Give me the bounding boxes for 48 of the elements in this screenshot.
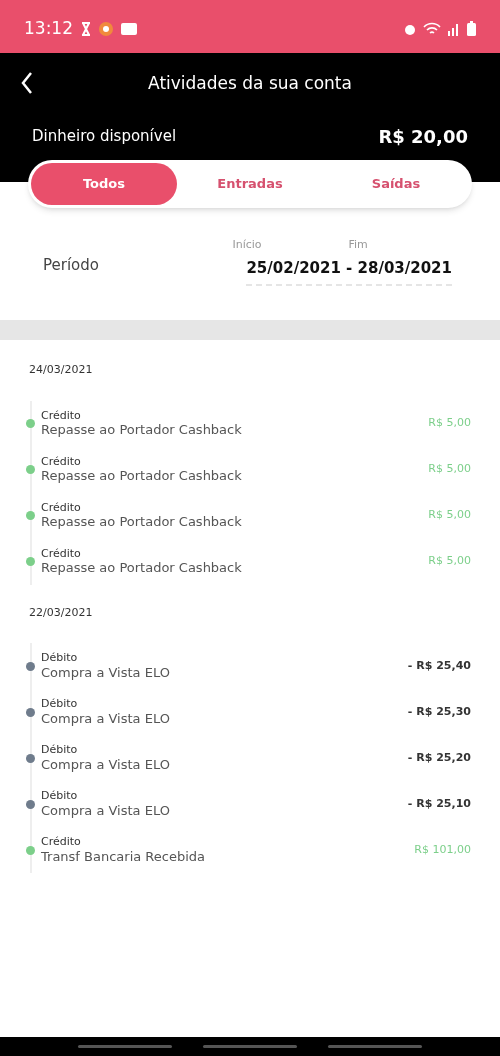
clock-time: 13:12 xyxy=(24,16,73,40)
transaction-amount: R$ 101,00 xyxy=(414,841,471,858)
date-heading: 22/03/2021 xyxy=(29,604,94,621)
transaction-type: Crédito xyxy=(41,546,82,561)
date-range-field[interactable]: 25/02/2021 - 28/03/2021 xyxy=(246,257,452,286)
transaction-type: Crédito xyxy=(41,500,82,515)
transaction-description: Compra a Vista ELO xyxy=(41,802,171,819)
transaction-amount: R$ 5,00 xyxy=(428,553,471,570)
transaction-description: Compra a Vista ELO xyxy=(41,710,171,727)
transaction-description: Repasse ao Portador Cashback xyxy=(41,560,243,577)
transaction-amount: R$ 5,00 xyxy=(428,507,471,524)
filter-tab[interactable]: Saídas xyxy=(323,163,469,205)
transaction-type: Débito xyxy=(41,651,79,665)
date-heading: 24/03/2021 xyxy=(29,362,94,378)
transaction-amount: - R$ 25,40 xyxy=(407,657,471,674)
transaction-description: Compra a Vista ELO xyxy=(41,664,171,681)
filter-tab[interactable]: Entradas xyxy=(177,163,323,205)
period-label: Período xyxy=(43,254,99,276)
balance-label: Dinheiro disponível xyxy=(32,126,177,148)
filter-tab[interactable]: Todos xyxy=(31,163,177,205)
navigation-bar-handle[interactable] xyxy=(328,1045,423,1048)
transaction-description: Repasse ao Portador Cashback xyxy=(41,422,243,439)
transaction-type: Débito xyxy=(41,697,79,711)
battery-icon xyxy=(467,21,476,36)
transaction-amount: R$ 5,00 xyxy=(428,415,471,432)
transaction-description: Compra a Vista ELO xyxy=(41,756,171,773)
transaction-amount: - R$ 25,10 xyxy=(407,795,471,812)
transaction-type: Débito xyxy=(41,789,79,803)
transaction-amount: - R$ 25,20 xyxy=(407,749,471,766)
hourglass-icon xyxy=(81,21,91,36)
transaction-description: Repasse ao Portador Cashback xyxy=(41,468,243,485)
transaction-amount: R$ 5,00 xyxy=(428,461,471,478)
wifi-icon xyxy=(423,21,441,36)
transaction-type: Crédito xyxy=(41,408,82,423)
transaction-type: Crédito xyxy=(41,835,82,849)
back-button[interactable] xyxy=(20,71,34,95)
transaction-amount: - R$ 25,30 xyxy=(407,703,471,720)
transaction-description: Transf Bancaria Recebida xyxy=(41,848,207,865)
transaction-type: Débito xyxy=(41,743,79,757)
balance-value: R$ 20,00 xyxy=(378,125,468,149)
transaction-type: Crédito xyxy=(41,454,82,469)
signal-icon xyxy=(447,21,461,36)
screen-title: Atividades da sua conta xyxy=(148,72,352,96)
navigation-bar-handle[interactable] xyxy=(203,1045,297,1048)
transaction-description: Repasse ao Portador Cashback xyxy=(41,514,243,531)
end-label: Fim xyxy=(348,236,368,253)
navigation-bar-handle[interactable] xyxy=(77,1045,172,1048)
start-label: Início xyxy=(232,236,263,253)
